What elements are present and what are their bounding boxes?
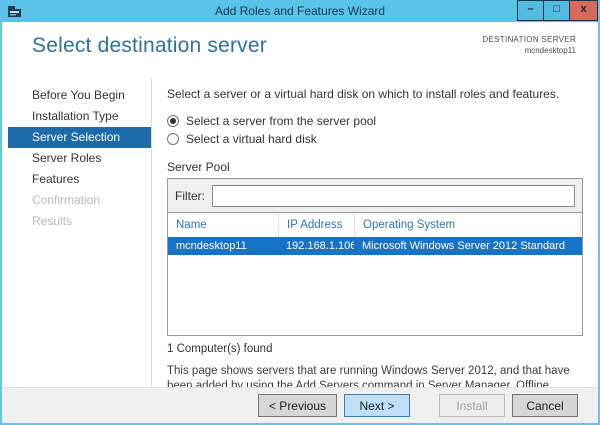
sidebar-item-confirmation: Confirmation xyxy=(8,190,151,211)
sidebar-item-features[interactable]: Features xyxy=(8,169,151,190)
minimize-icon: – xyxy=(527,4,533,15)
filter-input[interactable] xyxy=(212,185,575,207)
filter-label: Filter: xyxy=(175,189,205,203)
radio-label: Select a virtual hard disk xyxy=(186,132,317,146)
previous-button[interactable]: < Previous xyxy=(258,394,337,417)
cell-empty xyxy=(580,237,588,255)
radio-button-icon[interactable] xyxy=(167,133,179,145)
wizard-header: Select destination server DESTINATION SE… xyxy=(2,22,598,78)
table-empty-area xyxy=(168,255,582,335)
destination-label: DESTINATION SERVER xyxy=(482,35,576,44)
column-header-operating-system[interactable]: Operating System xyxy=(354,213,580,237)
column-header-ip-address[interactable]: IP Address xyxy=(278,213,354,237)
close-icon: x xyxy=(580,4,586,15)
server-pool-panel: Filter: Name IP Address Operating System… xyxy=(167,178,583,336)
wizard-window: Add Roles and Features Wizard – □ x Sele… xyxy=(0,0,600,425)
computers-found-count: 1 Computer(s) found xyxy=(167,343,583,355)
main-area: Before You Begin Installation Type Serve… xyxy=(2,78,598,387)
table-header-row: Name IP Address Operating System xyxy=(168,213,582,237)
intro-text: Select a server or a virtual hard disk o… xyxy=(167,87,583,101)
install-button: Install xyxy=(439,394,505,417)
sidebar-item-installation-type[interactable]: Installation Type xyxy=(8,106,151,127)
server-manager-icon xyxy=(7,4,23,19)
close-button[interactable]: x xyxy=(569,0,598,21)
cell-operating-system: Microsoft Windows Server 2012 Standard xyxy=(354,237,580,255)
maximize-button[interactable]: □ xyxy=(543,0,570,21)
sidebar-item-server-selection[interactable]: Server Selection xyxy=(8,127,151,148)
radio-label: Select a server from the server pool xyxy=(186,114,376,128)
next-button[interactable]: Next > xyxy=(344,394,410,417)
cancel-button[interactable]: Cancel xyxy=(512,394,578,417)
window-title: Add Roles and Features Wizard xyxy=(2,0,598,22)
maximize-icon: □ xyxy=(553,4,560,15)
radio-button-icon[interactable] xyxy=(167,115,179,127)
cell-ip-address: 192.168.1.106 xyxy=(278,237,354,255)
destination-server-name: mcndesktop11 xyxy=(482,46,576,55)
sidebar-item-server-roles[interactable]: Server Roles xyxy=(8,148,151,169)
sidebar-item-results: Results xyxy=(8,211,151,232)
destination-block: DESTINATION SERVER mcndesktop11 xyxy=(482,35,576,55)
column-header-name[interactable]: Name xyxy=(168,213,278,237)
cell-name: mcndesktop11 xyxy=(168,237,278,255)
table-row[interactable]: mcndesktop11 192.168.1.106 Microsoft Win… xyxy=(168,237,582,255)
minimize-button[interactable]: – xyxy=(517,0,544,21)
page-title: Select destination server xyxy=(32,34,267,58)
filter-row: Filter: xyxy=(168,179,582,213)
wizard-steps-sidebar: Before You Begin Installation Type Serve… xyxy=(2,78,152,387)
radio-select-vhd[interactable]: Select a virtual hard disk xyxy=(167,130,583,147)
radio-select-server-pool[interactable]: Select a server from the server pool xyxy=(167,112,583,129)
window-controls: – □ x xyxy=(518,0,598,21)
wizard-footer: < Previous Next > Install Cancel xyxy=(2,387,598,423)
server-pool-label: Server Pool xyxy=(167,160,583,174)
page-content: Select a server or a virtual hard disk o… xyxy=(152,78,598,387)
sidebar-item-before-you-begin[interactable]: Before You Begin xyxy=(8,85,151,106)
title-bar: Add Roles and Features Wizard – □ x xyxy=(2,0,598,22)
column-header-empty xyxy=(580,213,589,237)
